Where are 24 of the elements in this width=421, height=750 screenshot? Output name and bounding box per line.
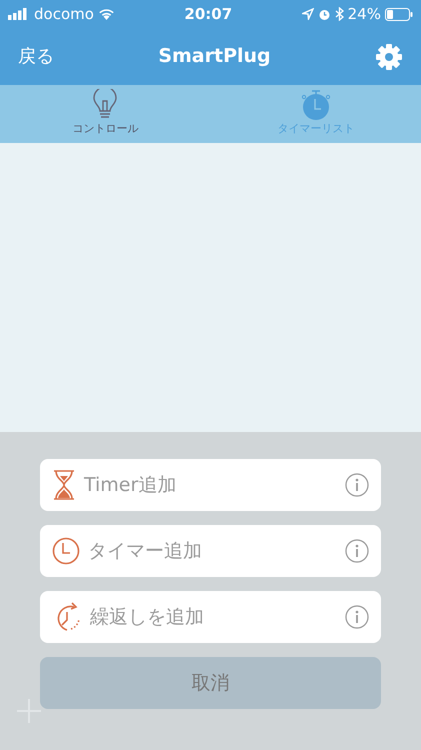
alarm-icon — [318, 8, 331, 20]
info-icon — [345, 539, 369, 563]
clock-icon — [52, 537, 80, 565]
menu-option[interactable]: タイマー追加 — [40, 525, 381, 577]
info-icon — [345, 605, 369, 629]
plus-icon — [16, 698, 42, 724]
tab[interactable]: コントロール — [0, 85, 210, 143]
status-time: 20:07 — [184, 4, 232, 25]
app-title: SmartPlug — [158, 44, 271, 70]
location-icon — [302, 8, 314, 20]
tab[interactable]: タイマーリスト — [210, 85, 421, 143]
battery-percent: 24% — [348, 4, 381, 25]
carrier-name: docomo — [34, 4, 94, 25]
bluetooth-icon — [334, 7, 344, 21]
menu-option[interactable]: 繰返しを追加 — [40, 591, 381, 643]
info-icon — [345, 473, 369, 497]
cancel-button[interactable]: 取消 — [40, 657, 381, 709]
stopwatch-icon — [300, 89, 332, 121]
back-button[interactable]: 戻る — [18, 43, 54, 70]
menu-option[interactable]: Timer追加 — [40, 459, 381, 511]
hourglass-icon — [52, 470, 76, 500]
battery-icon — [384, 8, 413, 20]
wifi-icon — [98, 8, 115, 20]
settings-button[interactable] — [374, 42, 403, 71]
